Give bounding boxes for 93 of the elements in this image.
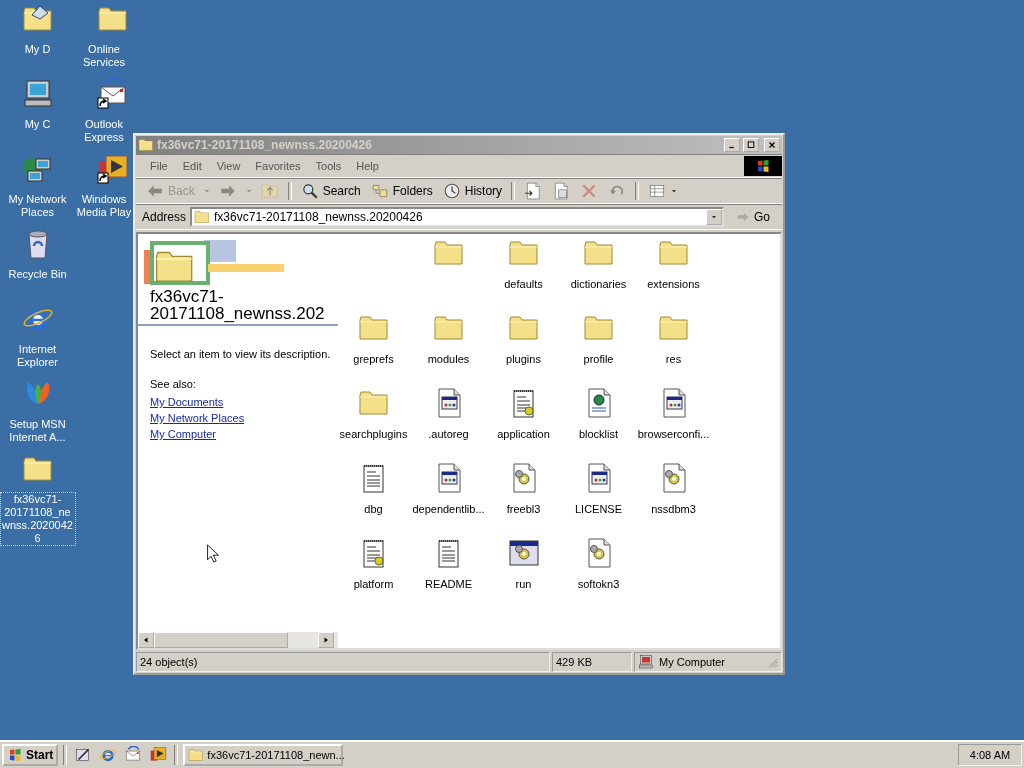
desktop-icon-label[interactable]: Outlook Express: [75, 118, 133, 144]
see-also-label: See also:: [150, 378, 197, 390]
history-button[interactable]: History: [438, 180, 507, 202]
file-name[interactable]: searchplugins: [339, 428, 408, 440]
status-text: 429 KB: [552, 652, 632, 672]
status-text: My Computer: [659, 656, 727, 668]
start-button[interactable]: Start: [2, 744, 59, 766]
history-icon: [442, 182, 461, 200]
menu-item[interactable]: File: [144, 158, 174, 174]
folder-icon: [138, 137, 154, 153]
desktop-icon-label[interactable]: Windows Media Play: [75, 193, 133, 219]
file-name[interactable]: platform: [353, 578, 394, 590]
go-arrow-icon: [736, 210, 750, 224]
file-name[interactable]: profile: [583, 353, 614, 365]
taskbar-button[interactable]: fx36vc71-20171108_newn...: [183, 744, 344, 766]
folder-icon: [188, 747, 205, 763]
file-name[interactable]: dbg: [364, 503, 383, 515]
folders-button[interactable]: Folders: [366, 180, 437, 202]
file-name[interactable]: modules: [427, 353, 470, 365]
right-arrow-icon: [322, 636, 330, 644]
desktop-icon-label[interactable]: fx36vc71-20171108_newnss.20200426: [0, 493, 75, 545]
maximize-icon: [746, 140, 756, 150]
address-field[interactable]: fx36vc71-20171108_newnss.20200426: [190, 207, 724, 227]
file-name[interactable]: application: [497, 428, 550, 440]
caret-icon: [710, 213, 718, 221]
move-to-icon: [524, 182, 543, 200]
link[interactable]: My Computer: [150, 428, 217, 440]
file-name[interactable]: browserconfi...: [637, 428, 710, 440]
mail-icon: [124, 746, 143, 764]
search-button[interactable]: Search: [296, 180, 365, 202]
desktop-icon-label[interactable]: Setup MSN Internet A...: [0, 418, 75, 444]
resize-grip-icon[interactable]: [766, 656, 778, 668]
file-name[interactable]: LICENSE: [574, 503, 623, 515]
menu-item[interactable]: Help: [350, 158, 385, 174]
file-name[interactable]: blocklist: [578, 428, 619, 440]
windows-flag-icon: [755, 158, 771, 174]
file-name[interactable]: res: [665, 353, 682, 365]
scroll-left-button[interactable]: [138, 632, 154, 648]
file-name[interactable]: nssdbm3: [651, 503, 696, 515]
desktop-icon-label[interactable]: My D: [23, 43, 52, 56]
mail-icon[interactable]: [96, 78, 129, 110]
dropdown-button[interactable]: [706, 209, 722, 225]
caret-icon: [670, 187, 679, 195]
file-name[interactable]: plugins: [506, 353, 541, 365]
desktop-icon-label[interactable]: Internet Explorer: [0, 343, 75, 369]
menu-item[interactable]: Favorites: [249, 158, 307, 174]
horizontal-scrollbar[interactable]: [138, 632, 338, 648]
file-name[interactable]: dictionaries: [570, 278, 627, 290]
copy-to-icon: [552, 182, 571, 200]
file-name[interactable]: greprefs: [353, 353, 394, 365]
desktop-icon-label[interactable]: My Network Places: [0, 193, 75, 219]
file-name[interactable]: extensions: [647, 278, 700, 290]
file-name[interactable]: dependentlib...: [412, 503, 485, 515]
caret-icon: [202, 187, 211, 195]
file-name[interactable]: README: [424, 578, 473, 590]
windows-flag-icon: [7, 747, 23, 763]
file-name[interactable]: .autoreg: [428, 428, 469, 440]
views-icon: [648, 182, 667, 200]
scroll-right-button[interactable]: [318, 632, 334, 648]
address-label: Address: [142, 210, 187, 224]
media-player-icon[interactable]: [96, 153, 129, 185]
link[interactable]: My Documents: [150, 396, 224, 408]
menu-item[interactable]: View: [210, 158, 247, 174]
description-text: Select an item to view its description.: [150, 348, 332, 360]
folder-title: fx36vc71-20171108_newnss.202: [138, 286, 338, 326]
scroll-thumb[interactable]: [154, 632, 288, 648]
menu-item[interactable]: Tools: [309, 158, 348, 174]
menu-item[interactable]: Edit: [176, 158, 208, 174]
file-name[interactable]: freebl3: [506, 503, 541, 515]
close-icon: [767, 140, 777, 150]
clock: 4:08 AM: [958, 744, 1022, 766]
desktop-icon-label[interactable]: Online Services: [75, 43, 133, 69]
window-title: fx36vc71-20171108_newnss.20200426: [157, 138, 373, 152]
computer-icon: [638, 654, 654, 670]
go-button[interactable]: Go: [728, 210, 782, 224]
file-name[interactable]: run: [515, 578, 532, 590]
file-name[interactable]: softokn3: [577, 578, 620, 590]
mouse-pointer-icon: [207, 544, 219, 563]
media-player-icon: [149, 746, 168, 764]
folder-icon: [194, 209, 211, 225]
up-folder-icon: [260, 182, 279, 200]
computer-icon[interactable]: [21, 78, 54, 110]
link[interactable]: My Network Places: [150, 412, 245, 424]
status-text: 24 object(s): [136, 652, 550, 672]
program-icon[interactable]: [507, 537, 540, 569]
browser-e-icon: [99, 746, 118, 764]
desktop-icon-label[interactable]: My C: [23, 118, 52, 131]
folders-icon: [370, 182, 389, 200]
left-arrow-icon: [142, 636, 150, 644]
search-icon: [300, 182, 319, 200]
file-name[interactable]: defaults: [504, 278, 543, 290]
caret-icon: [244, 187, 253, 195]
desktop-icon-label[interactable]: Recycle Bin: [7, 268, 68, 281]
